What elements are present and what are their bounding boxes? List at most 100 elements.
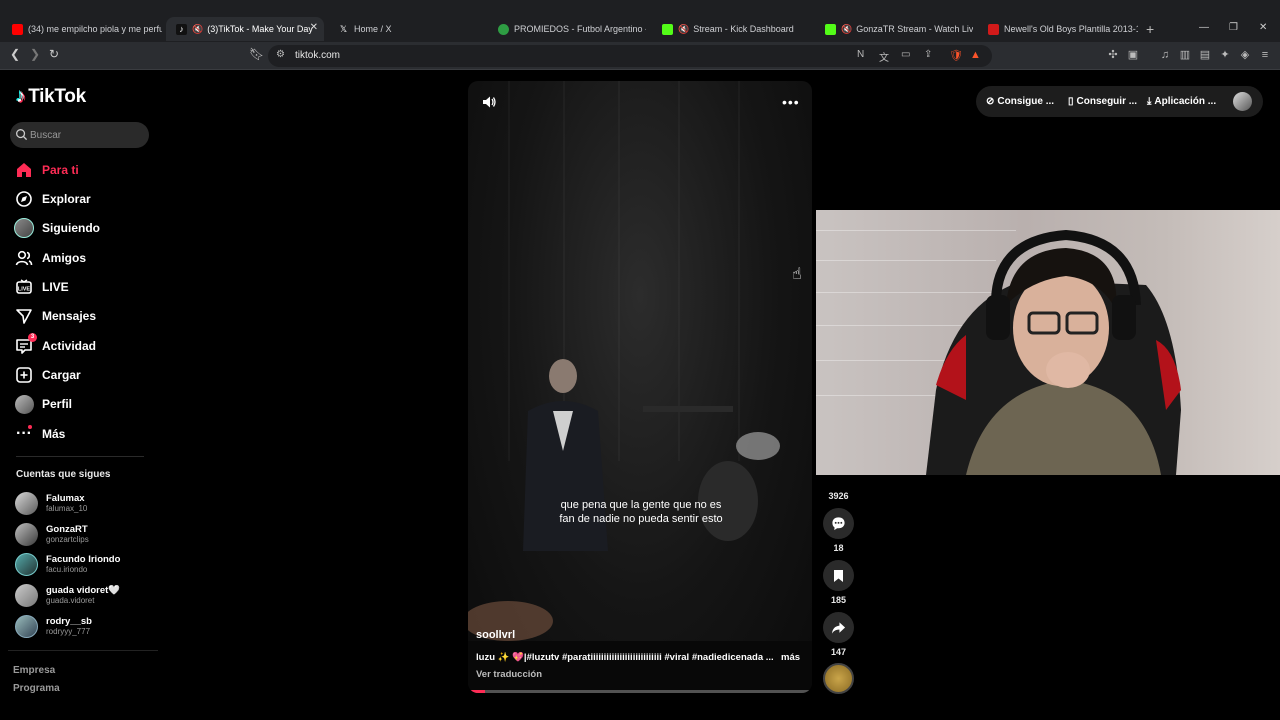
activity-icon: 3 [14, 333, 37, 356]
hand-cursor-icon: ☝︎ [792, 266, 802, 283]
nav-perfil[interactable]: Perfil [14, 393, 154, 415]
volume-icon[interactable] [481, 94, 497, 110]
tiktok-logo[interactable]: ♪ TikTok [16, 86, 86, 108]
more-options-icon[interactable]: ••• [782, 94, 800, 110]
home-icon [14, 160, 34, 180]
nav-live[interactable]: LIVE LIVE [14, 276, 154, 298]
avatar [15, 491, 38, 515]
top-actions-bar: ⊘ Consigue ... ▯ Conseguir ... ⤓ Aplicación… [976, 86, 1263, 117]
video-player[interactable]: ••• que pena que la gente que no es fan … [468, 81, 812, 693]
following-account[interactable]: Facundo Iriondo facu.iriondo [15, 551, 120, 577]
extensions-icon[interactable]: ✣ [1107, 49, 1119, 61]
footer-link[interactable]: Empresa [13, 665, 55, 676]
muted-speaker-icon[interactable]: 🔇 [841, 24, 852, 35]
browser-tab[interactable]: (34) me empilcho piola y me perfum [2, 17, 162, 41]
nav-cargar[interactable]: Cargar [14, 364, 154, 386]
kick-favicon-icon [662, 23, 673, 35]
following-account[interactable]: Falumax falumax_10 [15, 490, 87, 516]
brave-rewards-icon[interactable]: ▲ [970, 49, 981, 61]
muted-speaker-icon[interactable]: 🔇 [678, 24, 689, 35]
comment-icon [832, 517, 845, 531]
nav-amigos[interactable]: Amigos [14, 247, 154, 269]
close-window-icon[interactable]: ✕ [1259, 22, 1267, 33]
vpn-icon[interactable]: ◈ [1239, 49, 1251, 61]
footer-link[interactable]: Programa [13, 683, 60, 694]
brave-shields-icon[interactable]: 🛡︎ [949, 49, 963, 62]
video-author[interactable]: soollvrl [476, 629, 515, 641]
phone-icon: ▯ [1068, 96, 1074, 107]
browser-tab[interactable]: 🔇 GonzaTR Stream - Watch Live on [815, 17, 973, 41]
nav-actividad[interactable]: 3 Actividad [14, 333, 154, 357]
translate-icon[interactable]: 文 [879, 49, 889, 64]
nav-siguiendo[interactable]: Siguiendo [14, 217, 154, 239]
get-coins-button[interactable]: ⊘ Consigue ... [986, 96, 1054, 107]
screenshot-icon[interactable]: ▣ [1127, 49, 1139, 61]
nav-mensajes[interactable]: Mensajes [14, 305, 154, 327]
browser-tab[interactable]: 🔇 Stream - Kick Dashboard [652, 17, 810, 41]
avatar [15, 522, 38, 546]
leo-ai-icon[interactable]: ✦ [1219, 49, 1231, 61]
nav-explorar[interactable]: Explorar [14, 188, 154, 210]
profile-avatar-icon [14, 394, 34, 414]
user-avatar[interactable] [1233, 92, 1252, 111]
back-icon[interactable]: ❮ [10, 47, 20, 61]
wallet-icon[interactable]: ▤ [1199, 49, 1211, 61]
menu-icon[interactable]: ≡ [1259, 49, 1271, 61]
sidebar-divider [16, 456, 144, 457]
youtube-favicon-icon [12, 23, 23, 35]
nav-mas[interactable]: ··· Más [14, 423, 154, 445]
bookmark-icon [834, 569, 843, 582]
comment-button[interactable] [823, 508, 854, 539]
site-settings-icon[interactable]: ⚙︎ [276, 49, 285, 60]
tiktok-note-icon: ♪ [16, 86, 26, 107]
share-arrow-icon [831, 621, 846, 634]
address-bar[interactable]: ⚙︎ tiktok.com N 文 ▭ ⇪ 🛡︎ ▲ [268, 45, 992, 67]
browser-tab[interactable]: Newell's Old Boys Plantilla 2013-14 [978, 17, 1138, 41]
get-app-button[interactable]: ▯ Conseguir ... [1068, 96, 1137, 107]
compass-icon [14, 189, 34, 209]
share-count: 147 [830, 647, 847, 657]
streamer-figure [926, 229, 1181, 475]
browser-tab-active[interactable]: ♪ 🔇 (3)TikTok - Make Your Day ✕ [166, 17, 324, 41]
restore-icon[interactable]: ❐ [1229, 22, 1238, 33]
like-count: 3926 [828, 491, 849, 501]
avatar [15, 614, 38, 638]
following-account[interactable]: guada vidoret🤍 guada.vidoret [15, 582, 120, 608]
new-tab-button[interactable]: + [1146, 21, 1154, 37]
live-icon: LIVE [14, 277, 34, 297]
browser-toolbar: ❮ ❯ ↻ 🔖︎ ⚙︎ tiktok.com N 文 ▭ ⇪ 🛡︎ ▲ ✣ ▣ … [0, 42, 1280, 70]
video-description: luzu ✨ 💖|#luzutv #paratiiiiiiiiiiiiiiiii… [476, 652, 774, 663]
forward-icon[interactable]: ❯ [30, 47, 40, 61]
avatar [15, 583, 38, 607]
show-more-link[interactable]: más [781, 652, 800, 663]
bookmark-icon[interactable]: 🔖︎ [249, 47, 264, 61]
minimize-icon[interactable]: — [1199, 22, 1209, 33]
no-script-icon[interactable]: N [857, 49, 864, 60]
share-icon[interactable]: ⇪ [924, 49, 932, 60]
promiedos-favicon-icon [498, 23, 509, 35]
svg-text:LIVE: LIVE [18, 287, 31, 293]
browser-tab[interactable]: PROMIEDOS - Futbol Argentino - Fu [488, 17, 646, 41]
following-section-title: Cuentas que sigues [16, 469, 111, 480]
share-button[interactable] [823, 612, 854, 643]
search-icon [16, 129, 28, 141]
music-disc-icon[interactable] [823, 663, 854, 694]
search-input[interactable]: Buscar [10, 122, 149, 148]
save-count: 185 [830, 595, 847, 605]
nav-para-ti[interactable]: Para ti [14, 159, 154, 181]
cast-icon[interactable]: ▭ [901, 49, 910, 60]
friends-icon [14, 248, 34, 268]
desktop-app-button[interactable]: ⤓ Aplicación ... [1147, 96, 1216, 107]
close-tab-icon[interactable]: ✕ [310, 22, 318, 33]
browser-tab[interactable]: 𝕏 Home / X [328, 17, 488, 41]
following-account[interactable]: rodry__sb rodryyy_777 [15, 613, 92, 639]
muted-speaker-icon[interactable]: 🔇 [192, 24, 203, 35]
media-icon[interactable]: ♫ [1159, 49, 1171, 61]
reload-icon[interactable]: ↻ [49, 47, 59, 61]
save-button[interactable] [823, 560, 854, 591]
following-account[interactable]: GonzaRT gonzartclips [15, 521, 89, 547]
sidebar-toggle-icon[interactable]: ▥ [1179, 49, 1191, 61]
translate-link[interactable]: Ver traducción [476, 669, 542, 680]
video-progress-bar[interactable] [468, 690, 812, 693]
browser-tab-bar: (34) me empilcho piola y me perfum ♪ 🔇 (… [0, 0, 1280, 42]
